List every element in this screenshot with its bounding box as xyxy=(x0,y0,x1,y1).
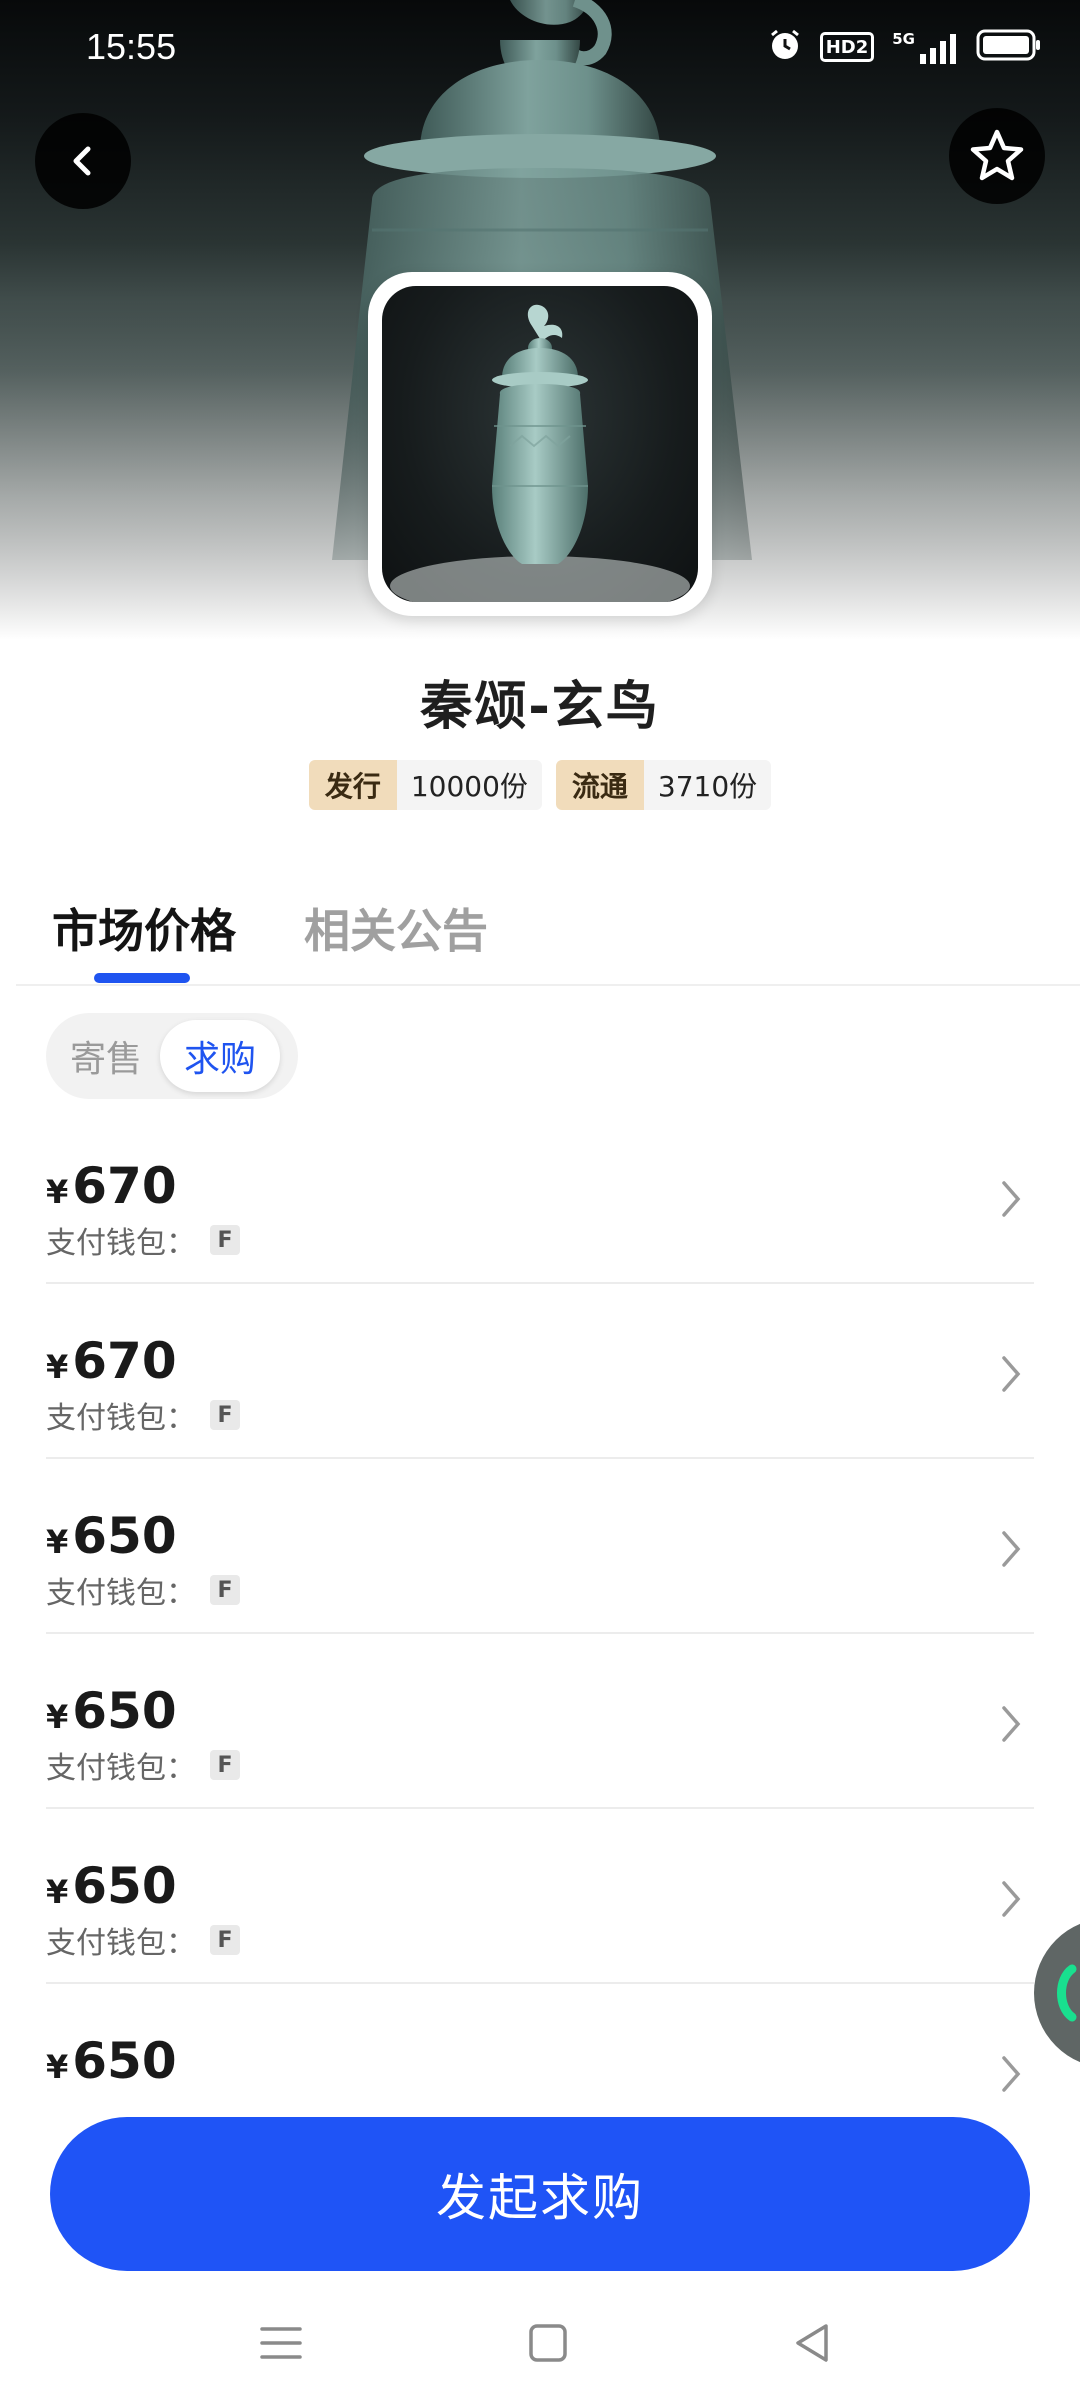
wallet-info: 支付钱包： F xyxy=(46,1743,240,1787)
list-item[interactable]: ¥670 支付钱包： F xyxy=(46,1284,1034,1459)
issue-badge-key: 发行 xyxy=(308,760,397,810)
chevron-left-icon xyxy=(73,146,91,176)
chevron-right-icon xyxy=(1002,1706,1021,1742)
price-amount: 650 xyxy=(72,1682,177,1740)
wallet-tag: F xyxy=(210,1750,240,1780)
list-item[interactable]: ¥670 支付钱包： F xyxy=(46,1109,1034,1284)
favorite-button[interactable] xyxy=(949,108,1045,204)
price-amount: 670 xyxy=(72,1157,177,1215)
chevron-right-icon xyxy=(1002,2056,1021,2092)
price-amount: 650 xyxy=(72,2032,177,2090)
active-tab-indicator xyxy=(94,973,190,983)
circulation-badge-key: 流通 xyxy=(555,760,644,810)
price: ¥650 xyxy=(46,2032,177,2090)
price: ¥650 xyxy=(46,1507,177,1565)
wallet-label: 支付钱包： xyxy=(46,1926,196,1961)
phone-handle-icon xyxy=(1057,1964,1077,2022)
hd-icon: HD2 xyxy=(819,32,875,62)
order-type-toggle: 寄售 求购 xyxy=(46,1013,298,1099)
currency-symbol: ¥ xyxy=(46,1698,69,1736)
hero-banner: 15:55 HD2 5G xyxy=(0,0,1080,640)
product-title: 秦颂-玄鸟 xyxy=(420,677,660,737)
tab-announcements[interactable]: 相关公告 xyxy=(304,895,488,983)
network-label: 5G xyxy=(892,30,915,48)
chevron-right-icon xyxy=(1002,1181,1021,1217)
wallet-info: 支付钱包： F xyxy=(46,1218,240,1262)
status-time: 15:55 xyxy=(86,26,177,67)
wallet-label: 支付钱包： xyxy=(46,1751,196,1786)
price: ¥670 xyxy=(46,1332,177,1390)
wallet-label: 支付钱包： xyxy=(46,1401,196,1436)
currency-symbol: ¥ xyxy=(46,2048,69,2086)
issue-badge: 发行 10000份 xyxy=(308,760,542,810)
back-triangle-icon[interactable] xyxy=(790,2320,834,2366)
price-list: ¥670 支付钱包： F ¥670 支付钱包： F ¥650 支付钱包： F ¥650… xyxy=(46,1109,1034,2159)
battery-icon xyxy=(976,28,1042,66)
currency-symbol: ¥ xyxy=(46,1873,69,1911)
tab-market-price[interactable]: 市场价格 xyxy=(52,895,236,983)
status-bar: 15:55 HD2 5G xyxy=(0,0,1080,96)
wallet-info: 支付钱包： F xyxy=(46,1393,240,1437)
segment-consignment[interactable]: 寄售 xyxy=(52,1020,160,1092)
system-navigation-bar xyxy=(0,2290,1080,2408)
issue-badge-value: 10000份 xyxy=(396,760,542,810)
currency-symbol: ¥ xyxy=(46,1348,69,1386)
chevron-right-icon xyxy=(1002,1356,1021,1392)
wallet-tag: F xyxy=(210,1400,240,1430)
product-badges: 发行 10000份 流通 3710份 xyxy=(0,760,1080,810)
segment-buy-request[interactable]: 求购 xyxy=(160,1020,280,1092)
price: ¥650 xyxy=(46,1682,177,1740)
status-icons: HD2 5G xyxy=(768,28,1042,66)
wallet-info: 支付钱包： F xyxy=(46,1918,240,1962)
wallet-tag: F xyxy=(210,1225,240,1255)
wallet-info: 支付钱包： F xyxy=(46,1568,240,1612)
currency-symbol: ¥ xyxy=(46,1173,69,1211)
tab-bar: 市场价格 相关公告 xyxy=(52,895,488,983)
tabs-divider xyxy=(16,984,1080,986)
star-outline-icon xyxy=(970,129,1024,181)
price-amount: 650 xyxy=(72,1857,177,1915)
product-thumbnail[interactable] xyxy=(368,272,712,616)
currency-symbol: ¥ xyxy=(46,1523,69,1561)
back-button[interactable] xyxy=(35,113,131,209)
list-item[interactable]: ¥650 支付钱包： F xyxy=(46,1459,1034,1634)
floating-assistant-button[interactable] xyxy=(1034,1918,1080,2068)
price: ¥650 xyxy=(46,1857,177,1915)
price-amount: 650 xyxy=(72,1507,177,1565)
list-item[interactable]: ¥650 支付钱包： F xyxy=(46,1809,1034,1984)
initiate-buy-request-button[interactable]: 发起求购 xyxy=(50,2117,1030,2271)
5g-signal-icon: 5G xyxy=(892,30,958,64)
circulation-badge: 流通 3710份 xyxy=(555,760,772,810)
wallet-label: 支付钱包： xyxy=(46,1226,196,1261)
chevron-right-icon xyxy=(1002,1881,1021,1917)
wallet-tag: F xyxy=(210,1925,240,1955)
wallet-label: 支付钱包： xyxy=(46,1576,196,1611)
home-square-icon[interactable] xyxy=(526,2320,570,2366)
list-item[interactable]: ¥650 支付钱包： F xyxy=(46,1634,1034,1809)
alarm-icon xyxy=(768,28,802,66)
price: ¥670 xyxy=(46,1157,177,1215)
circulation-badge-value: 3710份 xyxy=(643,760,772,810)
wallet-tag: F xyxy=(210,1575,240,1605)
menu-icon[interactable] xyxy=(258,2320,304,2366)
chevron-right-icon xyxy=(1002,1531,1021,1567)
product-image xyxy=(382,286,698,602)
price-amount: 670 xyxy=(72,1332,177,1390)
